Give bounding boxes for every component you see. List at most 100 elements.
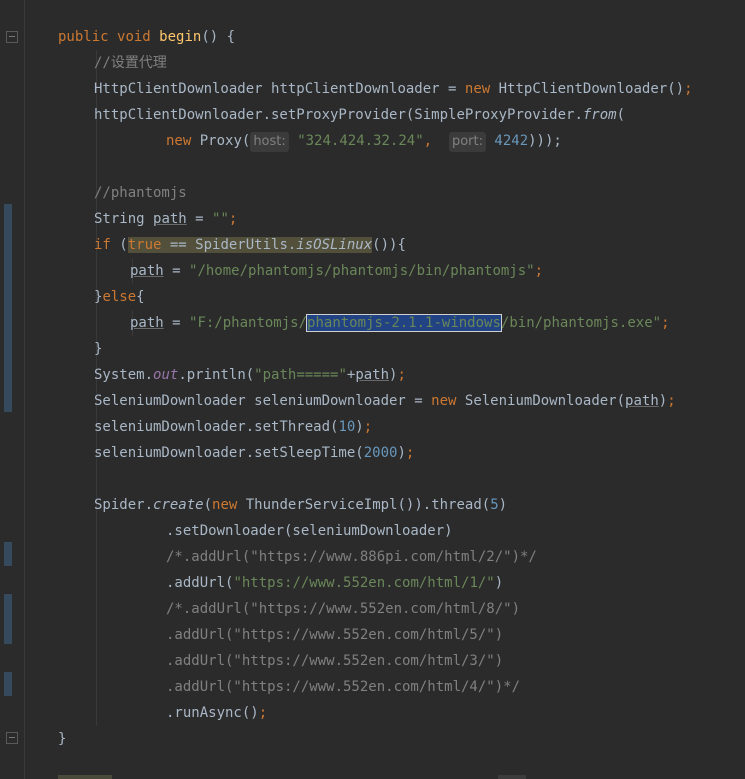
code-line-8[interactable]: String path = ""; (94, 206, 237, 232)
param-hint-host: host: (250, 132, 289, 152)
variable: path (130, 263, 164, 279)
punctuation: ( (203, 497, 213, 513)
code-line-14[interactable]: System.out.println("path====="+path); (94, 362, 406, 388)
semicolon: ; (684, 81, 693, 97)
comment: .addUrl("https://www.552en.com/html/3/") (166, 653, 504, 669)
method-name: begin (159, 29, 202, 45)
keyword: new (431, 393, 457, 409)
code-line-17[interactable]: seleniumDownloader.setSleepTime(2000); (94, 440, 414, 466)
code-line-23[interactable]: /*.addUrl("https://www.552en.com/html/8/… (166, 596, 520, 622)
method-call: seleniumDownloader.setSleepTime( (94, 445, 364, 461)
code-editor[interactable]: public void begin() { //设置代理 HttpClientD… (0, 0, 745, 779)
keyword: if (94, 237, 111, 253)
code-line-25[interactable]: .addUrl("https://www.552en.com/html/3/") (166, 648, 503, 674)
string-literal: /bin/phantomjs.exe" (500, 315, 662, 331)
code-line-24[interactable]: .addUrl("https://www.552en.com/html/5/") (166, 622, 503, 648)
comment: //设置代理 (94, 55, 167, 71)
number-literal: 10 (338, 419, 356, 435)
code-line-20[interactable]: .setDownloader(seleniumDownloader) (166, 518, 453, 544)
type-name: HttpClientDownloader (498, 81, 668, 97)
semicolon: ; (258, 705, 268, 721)
string-literal: "F:/phantomjs/ (189, 315, 308, 331)
code-line-11[interactable]: }else{ (94, 284, 145, 310)
variable: httpClientDownloader (94, 107, 263, 123)
code-line-13[interactable]: } (94, 336, 102, 362)
semicolon: ; (661, 315, 670, 331)
punctuation: ()){ (372, 237, 406, 253)
code-line-9[interactable]: if (true == SpiderUtils.isOSLinux()){ (94, 232, 406, 258)
code-line-15[interactable]: SeleniumDownloader seleniumDownloader = … (94, 388, 676, 414)
punctuation: ) (658, 393, 668, 409)
code-line-10[interactable]: path = "/home/phantomjs/phantomjs/bin/ph… (130, 258, 543, 284)
punctuation: ) (355, 419, 364, 435)
string-literal: "https://www.552en.com/html/1/" (233, 575, 495, 591)
change-marker (4, 672, 12, 696)
fold-expand-icon[interactable] (6, 732, 18, 744)
comma: , (423, 133, 433, 149)
static-method: isOSLinux (296, 237, 373, 253)
punctuation: ) (494, 575, 504, 591)
type-name: HttpClientDownloader (94, 81, 263, 97)
code-line-21[interactable]: /*.addUrl("https://www.886pi.com/html/2/… (166, 544, 537, 570)
punctuation: } (58, 731, 67, 747)
semicolon: ; (667, 393, 676, 409)
comment: //phantomjs (94, 185, 187, 201)
punctuation: { (136, 289, 145, 305)
variable: seleniumDownloader (245, 393, 406, 409)
punctuation: ( (616, 107, 626, 123)
code-line-4[interactable]: httpClientDownloader.setProxyProvider(Si… (94, 102, 625, 128)
semicolon: ; (363, 419, 373, 435)
string-literal: "" (212, 211, 229, 227)
keyword: void (117, 29, 151, 45)
code-line-28[interactable]: } (58, 726, 66, 752)
operator: = (439, 81, 465, 97)
comment: /*.addUrl("https://www.552en.com/html/8/… (166, 601, 521, 617)
keyword: true (127, 237, 162, 253)
editor-gutter[interactable] (0, 0, 25, 779)
punctuation: () { (201, 29, 236, 45)
code-line-2[interactable]: //设置代理 (94, 50, 167, 76)
number-literal: 5 (490, 497, 499, 513)
comment: .addUrl("https://www.552en.com/html/5/") (166, 627, 504, 643)
keyword: else (102, 289, 137, 305)
scroll-marker (498, 775, 526, 779)
variable: path (153, 211, 187, 227)
variable: path (355, 367, 390, 383)
code-line-7[interactable]: //phantomjs (94, 180, 187, 206)
type-name: Spider. (94, 497, 154, 513)
keyword: public (58, 29, 109, 45)
punctuation: ) (397, 445, 406, 461)
code-line-27[interactable]: .runAsync(); (166, 700, 267, 726)
type-name: ThunderServiceImpl()).thread( (237, 497, 491, 513)
operator: = (405, 393, 432, 409)
change-marker (4, 594, 12, 644)
code-line-5[interactable]: new Proxy(host: "324.424.32.24", port: 4… (166, 128, 562, 154)
code-line-1[interactable]: public void begin() { (58, 24, 235, 50)
operator: = (186, 211, 213, 227)
selected-text[interactable]: phantomjs-2.1.1-windows (306, 314, 502, 332)
method-call: .runAsync() (166, 705, 259, 721)
comment: .addUrl("https://www.552en.com/html/4/")… (166, 679, 521, 695)
change-marker (4, 204, 12, 412)
code-line-26[interactable]: .addUrl("https://www.552en.com/html/4/")… (166, 674, 520, 700)
code-line-19[interactable]: Spider.create(new ThunderServiceImpl()).… (94, 492, 507, 518)
keyword: new (212, 497, 238, 513)
semicolon: ; (228, 211, 238, 227)
code-line-16[interactable]: seleniumDownloader.setThread(10); (94, 414, 372, 440)
code-line-12[interactable]: path = "F:/phantomjs/phantomjs-2.1.1-win… (130, 310, 670, 336)
punctuation: } (94, 341, 103, 357)
fold-collapse-icon[interactable] (6, 31, 18, 43)
static-method: create (153, 497, 204, 513)
method-call: seleniumDownloader.setThread( (94, 419, 339, 435)
operator: = (163, 315, 190, 331)
semicolon: ; (397, 367, 406, 383)
code-line-22[interactable]: .addUrl("https://www.552en.com/html/1/") (166, 570, 503, 596)
number-literal: 4242 (494, 133, 529, 149)
variable: path (625, 393, 659, 409)
semicolon: ; (534, 263, 544, 279)
type-name: SeleniumDownloader (94, 393, 246, 409)
punctuation: ) (498, 497, 508, 513)
code-line-3[interactable]: HttpClientDownloader httpClientDownloade… (94, 76, 693, 102)
type-name: SeleniumDownloader( (456, 393, 626, 409)
type-name: Proxy( (199, 133, 251, 149)
